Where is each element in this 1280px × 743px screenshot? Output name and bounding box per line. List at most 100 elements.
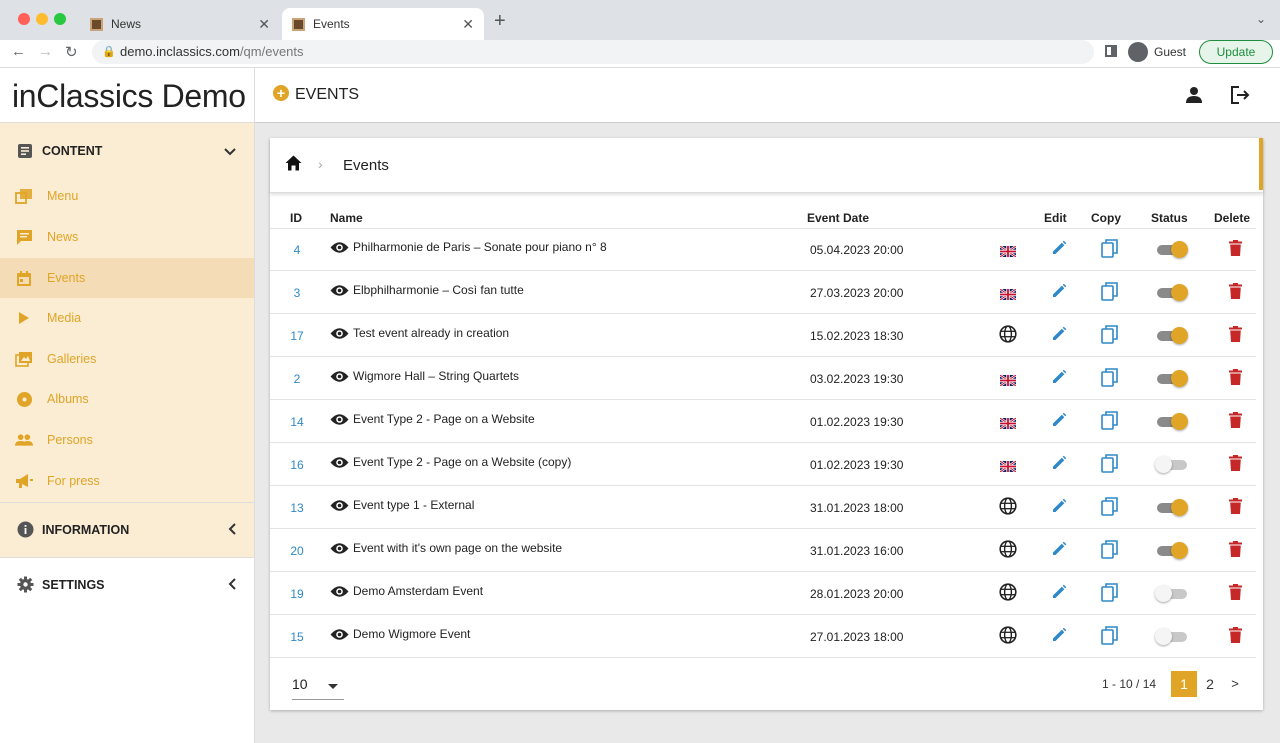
page-button-1[interactable]: 1 [1171, 671, 1197, 697]
settings-section-header[interactable]: SETTINGS [0, 557, 254, 612]
preview-eye-icon[interactable] [330, 456, 349, 469]
reload-icon[interactable]: ↻ [65, 43, 78, 61]
trash-icon[interactable] [1229, 412, 1242, 433]
copy-icon[interactable] [1101, 540, 1119, 564]
preview-eye-icon[interactable] [330, 585, 349, 598]
event-id-link[interactable]: 14 [280, 415, 314, 429]
event-id-link[interactable]: 4 [280, 243, 314, 257]
edit-pencil-icon[interactable] [1051, 541, 1067, 562]
copy-icon[interactable] [1101, 239, 1119, 263]
edit-pencil-icon[interactable] [1051, 240, 1067, 261]
trash-icon[interactable] [1229, 541, 1242, 562]
edit-pencil-icon[interactable] [1051, 584, 1067, 605]
minimize-window-button[interactable] [36, 13, 48, 25]
preview-eye-icon[interactable] [330, 499, 349, 512]
user-account-icon[interactable] [1185, 86, 1203, 109]
forward-arrow-icon[interactable]: → [38, 43, 53, 60]
preview-eye-icon[interactable] [330, 628, 349, 641]
trash-icon[interactable] [1229, 455, 1242, 476]
content-section-header[interactable]: CONTENT [0, 123, 254, 178]
back-arrow-icon[interactable]: ← [11, 43, 26, 60]
edit-pencil-icon[interactable] [1051, 455, 1067, 476]
sidebar-item-galleries[interactable]: Galleries [0, 339, 254, 379]
zoom-window-button[interactable] [54, 13, 66, 25]
page-size-select[interactable]: 10 [292, 676, 344, 700]
tab-events[interactable]: Events ✕ [282, 8, 484, 40]
sidebar-item-news[interactable]: News [0, 217, 254, 257]
trash-icon[interactable] [1229, 326, 1242, 347]
preview-eye-icon[interactable] [330, 370, 349, 383]
sidebar-item-media[interactable]: Media [0, 298, 254, 338]
tab-close-icon[interactable]: ✕ [258, 16, 270, 33]
preview-eye-icon[interactable] [330, 413, 349, 426]
add-event-icon[interactable]: + [273, 85, 289, 101]
home-icon[interactable] [285, 155, 302, 176]
event-id-link[interactable]: 17 [280, 329, 314, 343]
sidebar-item-menu[interactable]: Menu [0, 176, 254, 216]
tab-search-chevron-icon[interactable]: ⌄ [1256, 12, 1266, 26]
sidebar-item-albums[interactable]: Albums [0, 379, 254, 419]
edit-pencil-icon[interactable] [1051, 326, 1067, 347]
preview-eye-icon[interactable] [330, 241, 349, 254]
column-header-event-date[interactable]: Event Date [807, 211, 869, 225]
status-toggle[interactable] [1157, 413, 1188, 430]
tab-news[interactable]: News ✕ [80, 8, 280, 40]
event-id-link[interactable]: 3 [280, 286, 314, 300]
next-page-button[interactable]: > [1224, 671, 1246, 697]
copy-icon[interactable] [1101, 626, 1119, 650]
trash-icon[interactable] [1229, 240, 1242, 261]
preview-eye-icon[interactable] [330, 542, 349, 555]
event-id-link[interactable]: 16 [280, 458, 314, 472]
event-name: Event Type 2 - Page on a Website [330, 412, 535, 426]
status-toggle[interactable] [1155, 628, 1187, 645]
edit-pencil-icon[interactable] [1051, 412, 1067, 433]
edit-pencil-icon[interactable] [1051, 498, 1067, 519]
edit-pencil-icon[interactable] [1051, 283, 1067, 304]
tab-close-icon[interactable]: ✕ [462, 16, 474, 33]
copy-icon[interactable] [1101, 583, 1119, 607]
status-toggle[interactable] [1157, 241, 1188, 258]
side-panel-icon[interactable] [1105, 45, 1117, 57]
event-id-link[interactable]: 13 [280, 501, 314, 515]
sidebar-item-events[interactable]: Events [0, 258, 254, 298]
event-id-link[interactable]: 20 [280, 544, 314, 558]
status-toggle[interactable] [1157, 542, 1188, 559]
page-button-2[interactable]: 2 [1197, 671, 1223, 697]
sidebar-item-persons[interactable]: Persons [0, 420, 254, 460]
status-toggle[interactable] [1157, 370, 1188, 387]
profile-button[interactable]: Guest [1128, 40, 1186, 64]
sidebar-item-for-press[interactable]: For press [0, 461, 254, 501]
logout-icon[interactable] [1230, 86, 1250, 109]
page-size-value: 10 [292, 676, 308, 692]
status-toggle[interactable] [1157, 284, 1188, 301]
status-toggle[interactable] [1155, 585, 1187, 602]
column-header-name[interactable]: Name [330, 211, 363, 225]
trash-icon[interactable] [1229, 498, 1242, 519]
information-section-header[interactable]: INFORMATION [0, 502, 254, 557]
preview-eye-icon[interactable] [330, 327, 349, 340]
edit-pencil-icon[interactable] [1051, 369, 1067, 390]
trash-icon[interactable] [1229, 584, 1242, 605]
preview-eye-icon[interactable] [330, 284, 349, 297]
copy-icon[interactable] [1101, 325, 1119, 349]
edit-pencil-icon[interactable] [1051, 627, 1067, 648]
update-button[interactable]: Update [1199, 40, 1273, 64]
event-id-link[interactable]: 19 [280, 587, 314, 601]
copy-icon[interactable] [1101, 497, 1119, 521]
event-id-link[interactable]: 15 [280, 630, 314, 644]
event-id-link[interactable]: 2 [280, 372, 314, 386]
close-window-button[interactable] [18, 13, 30, 25]
status-toggle[interactable] [1155, 456, 1187, 473]
address-bar[interactable]: 🔒 demo.inclassics.com/qm/events [92, 40, 1094, 64]
new-tab-icon[interactable]: + [494, 10, 506, 33]
copy-icon[interactable] [1101, 368, 1119, 392]
copy-icon[interactable] [1101, 454, 1119, 478]
status-toggle[interactable] [1157, 499, 1188, 516]
trash-icon[interactable] [1229, 627, 1242, 648]
trash-icon[interactable] [1229, 283, 1242, 304]
status-toggle[interactable] [1157, 327, 1188, 344]
copy-icon[interactable] [1101, 282, 1119, 306]
column-header-id[interactable]: ID [290, 211, 302, 225]
trash-icon[interactable] [1229, 369, 1242, 390]
copy-icon[interactable] [1101, 411, 1119, 435]
